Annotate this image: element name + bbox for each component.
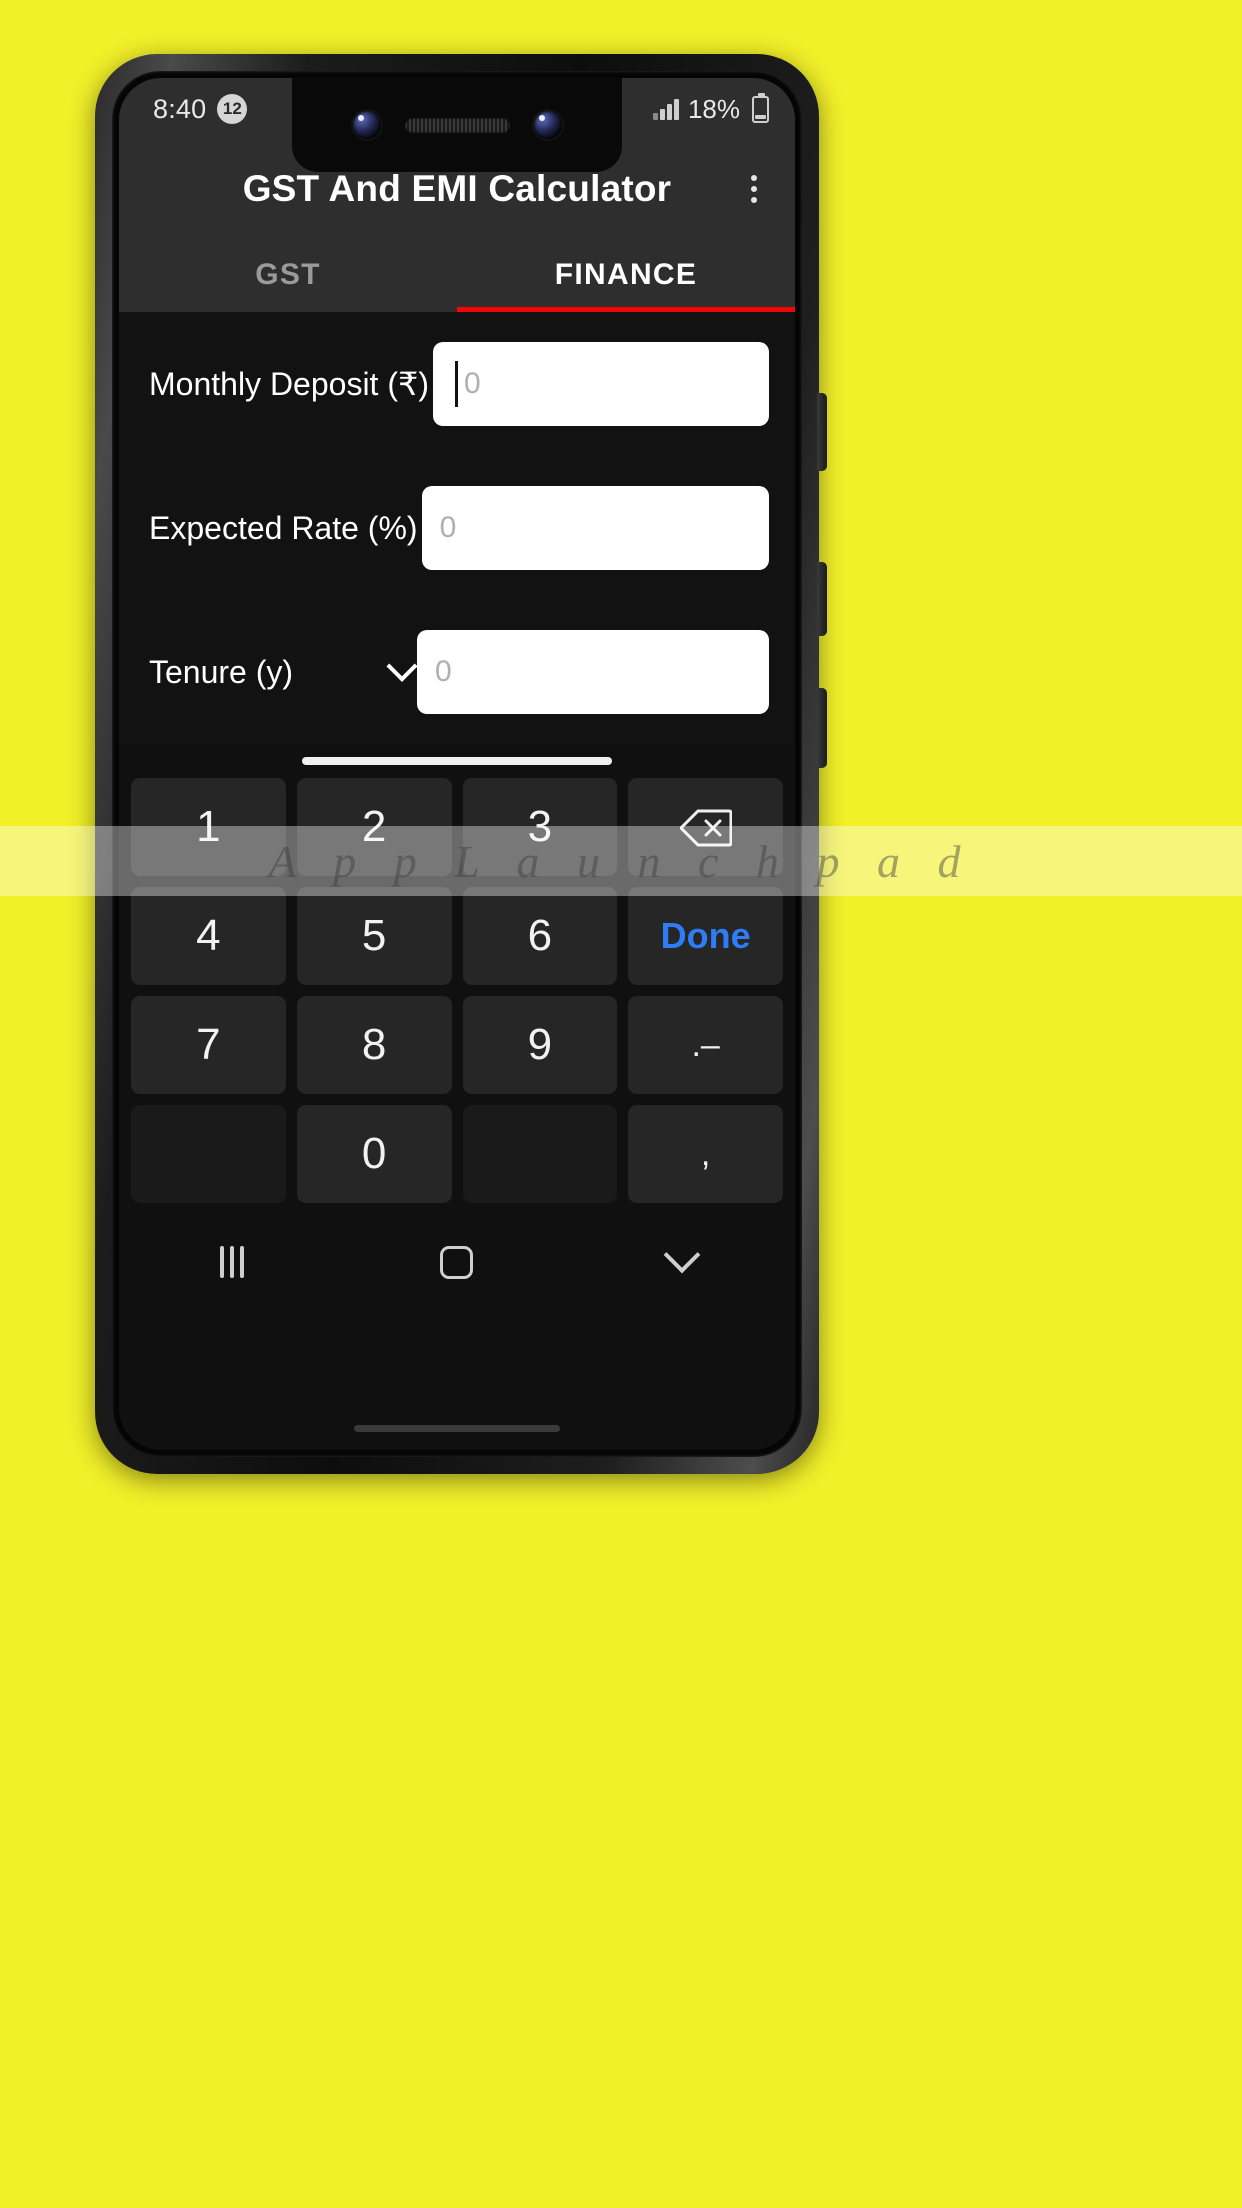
label-tenure: Tenure (y)	[149, 653, 294, 690]
input-expected-rate[interactable]: 0	[421, 486, 769, 570]
camera-notch	[292, 78, 622, 172]
label-wrap-tenure: Tenure (y)	[149, 650, 418, 691]
input-tenure[interactable]: 0	[417, 630, 769, 714]
cellular-signal-icon	[653, 98, 679, 120]
key-blank-left[interactable]	[131, 1105, 286, 1203]
key-9[interactable]: 9	[462, 996, 618, 1094]
placeholder-expected-rate: 0	[439, 511, 457, 544]
key-1[interactable]: 1	[131, 778, 286, 876]
nav-dismiss-keyboard-button[interactable]	[570, 1236, 795, 1275]
keyboard-row: 7 8 9 .–	[119, 996, 795, 1094]
nav-home-button[interactable]	[344, 1245, 569, 1279]
form-row-tenure: Tenure (y) 0	[119, 600, 795, 744]
status-bar: 8:40 12 18%	[119, 78, 795, 172]
placeholder-tenure: 0	[435, 655, 452, 688]
side-button-volume-down[interactable]	[817, 562, 827, 636]
key-5[interactable]: 5	[296, 887, 452, 985]
key-dot-dash[interactable]: .–	[628, 996, 783, 1094]
text-caret	[455, 361, 458, 407]
tab-bar: GST FINANCE	[119, 238, 795, 312]
side-button-power[interactable]	[817, 688, 827, 768]
chevron-down-icon	[663, 1236, 701, 1274]
tab-gst[interactable]: GST	[119, 238, 457, 312]
finance-form: Monthly Deposit (₹) 0 Expected Rate (%) …	[119, 312, 795, 744]
battery-percent-label: 18%	[687, 93, 740, 124]
front-camera-secondary-icon	[533, 111, 562, 139]
status-time: 8:40	[153, 93, 207, 124]
overflow-menu-icon[interactable]	[743, 167, 765, 211]
key-7[interactable]: 7	[131, 996, 286, 1094]
front-camera-icon	[352, 111, 381, 139]
earpiece-speaker-icon	[404, 117, 510, 133]
key-blank-right[interactable]	[462, 1105, 618, 1203]
nav-recents-button[interactable]	[119, 1246, 344, 1278]
page-title: GST And EMI Calculator	[242, 168, 672, 209]
system-navigation-bar	[119, 1216, 795, 1308]
input-monthly-deposit[interactable]: 0	[433, 342, 769, 426]
key-4[interactable]: 4	[131, 887, 286, 985]
recents-icon	[219, 1246, 244, 1278]
home-indicator	[354, 1425, 560, 1432]
key-comma[interactable]: ,	[628, 1105, 783, 1203]
keyboard-row: 4 5 6 Done	[119, 887, 795, 985]
notification-count-badge: 12	[217, 94, 248, 124]
chevron-down-icon[interactable]	[386, 650, 418, 682]
phone-screen: 8:40 12 18% GST And EMI Calculator GST F…	[119, 78, 795, 1450]
form-row-expected-rate: Expected Rate (%) 0	[119, 456, 795, 600]
key-done[interactable]: Done	[628, 887, 783, 985]
key-2[interactable]: 2	[296, 778, 452, 876]
keyboard-drag-handle[interactable]	[302, 757, 612, 765]
placeholder-monthly-deposit: 0	[464, 367, 481, 400]
side-button-volume-up[interactable]	[817, 393, 827, 471]
key-0[interactable]: 0	[296, 1105, 452, 1203]
key-3[interactable]: 3	[462, 778, 618, 876]
backspace-icon	[678, 808, 733, 847]
tab-active-indicator	[457, 307, 795, 312]
label-wrap-monthly-deposit: Monthly Deposit (₹)	[149, 365, 433, 403]
battery-icon	[752, 92, 769, 123]
key-6[interactable]: 6	[462, 887, 618, 985]
key-backspace[interactable]	[628, 778, 783, 876]
keyboard-row: 1 2 3	[119, 778, 795, 876]
numeric-keyboard: 1 2 3 4 5 6 Done 7 8 9 .– 0 ,	[119, 744, 795, 1216]
key-8[interactable]: 8	[296, 996, 452, 1094]
label-wrap-expected-rate: Expected Rate (%)	[149, 510, 422, 547]
status-bar-right: 18%	[653, 92, 769, 125]
phone-frame: 8:40 12 18% GST And EMI Calculator GST F…	[95, 54, 819, 1474]
status-bar-left: 8:40 12	[153, 93, 248, 125]
label-monthly-deposit: Monthly Deposit (₹)	[149, 366, 429, 402]
keyboard-handle-wrap	[119, 744, 795, 778]
form-row-monthly-deposit: Monthly Deposit (₹) 0	[119, 312, 795, 456]
phone-bezel: 8:40 12 18% GST And EMI Calculator GST F…	[112, 71, 802, 1457]
label-expected-rate: Expected Rate (%)	[149, 509, 418, 546]
keyboard-row: 0 ,	[119, 1105, 795, 1203]
home-icon	[440, 1245, 474, 1279]
tab-finance[interactable]: FINANCE	[457, 238, 795, 312]
